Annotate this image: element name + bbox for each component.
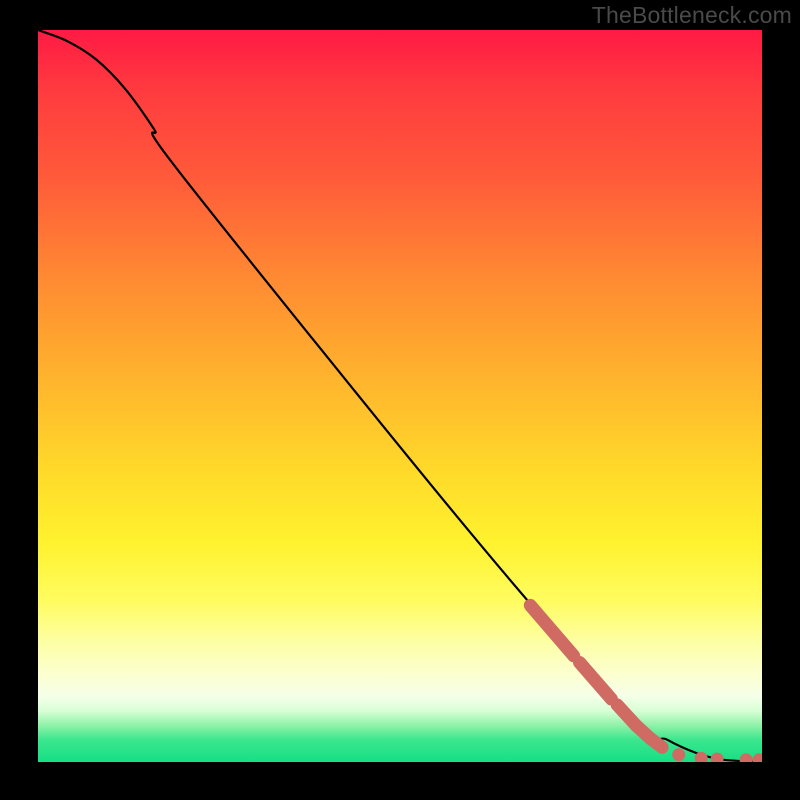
highlight-segment (580, 662, 612, 699)
plot-area (38, 30, 762, 762)
highlight-dot (740, 753, 753, 762)
highlight-segments (530, 605, 662, 747)
chart-frame: TheBottleneck.com (0, 0, 800, 800)
highlight-dot (672, 748, 685, 761)
highlight-segment (530, 605, 573, 656)
highlight-dot (711, 753, 724, 762)
highlight-dots (672, 748, 762, 762)
highlight-segment (651, 739, 663, 748)
chart-overlay (38, 30, 762, 762)
attribution-text: TheBottleneck.com (592, 2, 792, 29)
highlight-dot (753, 753, 762, 762)
main-curve (38, 30, 762, 761)
